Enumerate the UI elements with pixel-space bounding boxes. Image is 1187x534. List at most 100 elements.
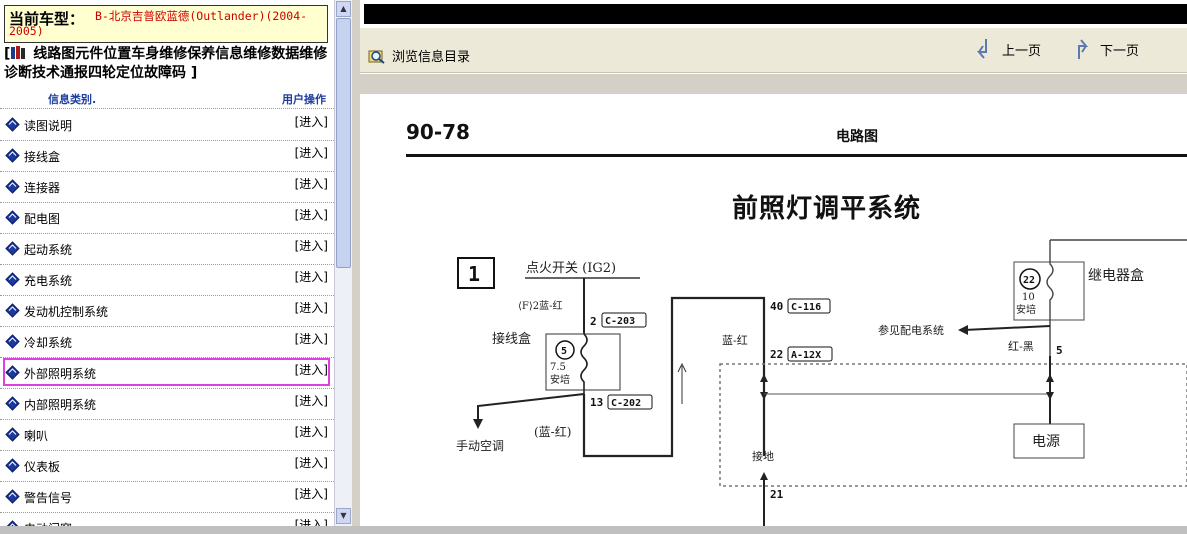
category-panel: 当前车型： B-北京吉普欧蓝德(Outlander)(2004-2005) [ …: [0, 0, 337, 526]
category-name: 接线盒: [24, 150, 61, 164]
diamond-book-icon: [5, 365, 20, 380]
viewer-toolbar: 浏览信息目录 上一页 下一页: [360, 28, 1187, 73]
box-number: 1: [468, 262, 480, 286]
category-name: 连接器: [24, 181, 61, 195]
ground-arrow-icon: [760, 472, 768, 480]
pin2: 13: [590, 396, 603, 409]
diamond-book-icon: [5, 458, 20, 473]
nav-links[interactable]: [ 线路图元件位置车身维修保养信息维修数据维修诊断技术通报四轮定位故障码 ]: [4, 45, 334, 83]
diamond-book-icon: [5, 303, 20, 318]
pin1: 2: [590, 315, 597, 328]
list-header: 信息类别. 用户操作: [0, 90, 334, 109]
category-row[interactable]: 冷却系统 [进入]: [0, 326, 334, 358]
category-name: 起动系统: [24, 243, 73, 257]
category-row[interactable]: 仪表板 [进入]: [0, 450, 334, 482]
enter-link[interactable]: [进入]: [295, 485, 328, 502]
wire2-label: (蓝-红): [534, 424, 571, 439]
wire3-label: 蓝-红: [722, 334, 748, 347]
category-name: 内部照明系统: [24, 398, 97, 412]
wire4-label: 红-黑: [1008, 340, 1034, 353]
wire1-label: ⟨F⟩2蓝-红: [518, 299, 562, 312]
conn1: C-203: [605, 316, 635, 327]
category-name: 警告信号: [24, 491, 73, 505]
category-row[interactable]: 接线盒 [进入]: [0, 140, 334, 172]
enter-link[interactable]: [进入]: [295, 113, 328, 130]
jb-label: 接线盒: [492, 331, 531, 347]
prev-page-label: 上一页: [1002, 44, 1042, 59]
category-name: 配电图: [24, 212, 61, 226]
relay-unit: 安培: [1016, 303, 1036, 316]
ground-label: 接地: [752, 450, 774, 463]
prev-page-button[interactable]: 上一页: [974, 38, 1041, 60]
diamond-book-icon: [5, 179, 20, 194]
browse-catalog-label: 浏览信息目录: [392, 50, 471, 65]
category-row[interactable]: 外部照明系统 [进入]: [0, 357, 334, 389]
diamond-book-icon: [5, 117, 20, 132]
vertical-scrollbar[interactable]: ▲ ▼: [334, 0, 352, 526]
category-column-header: 信息类别.: [48, 93, 97, 106]
diamond-book-icon: [5, 489, 20, 504]
enter-link[interactable]: [进入]: [295, 206, 328, 223]
enter-link[interactable]: [进入]: [295, 423, 328, 440]
browse-catalog-button[interactable]: 浏览信息目录: [368, 46, 470, 65]
category-row[interactable]: 读图说明 [进入]: [0, 109, 334, 141]
enter-link[interactable]: [进入]: [295, 299, 328, 316]
wiring-document: 90-78 电路图 前照灯调平系统 1 点火开关 (IG2) ⟨F⟩2蓝-红 2…: [360, 94, 1187, 526]
ignition-label: 点火开关 (IG2): [526, 261, 616, 276]
action-column-header: 用户操作: [282, 93, 326, 106]
category-name: 充电系统: [24, 274, 73, 288]
magnifier-icon: [368, 50, 385, 64]
nav-links-text[interactable]: 线路图元件位置车身维修保养信息维修数据维修诊断技术通报四轮定位故障码: [4, 46, 327, 81]
enter-link[interactable]: [进入]: [295, 175, 328, 192]
diamond-book-icon: [5, 148, 20, 163]
diamond-book-icon: [5, 272, 20, 287]
page-gutter: [360, 74, 1187, 94]
arrow-left-icon: [958, 325, 968, 335]
scroll-up-button[interactable]: ▲: [336, 1, 351, 17]
fuse-unit: 安培: [550, 373, 570, 386]
fuse-rating: 7.5: [550, 362, 566, 373]
enter-link[interactable]: [进入]: [295, 330, 328, 347]
status-strip: [0, 526, 1187, 534]
scroll-thumb[interactable]: [336, 18, 351, 268]
relay-box-label: 继电器盒: [1088, 267, 1144, 284]
category-row[interactable]: 连接器 [进入]: [0, 171, 334, 203]
conn3: C-116: [791, 302, 821, 313]
enter-link[interactable]: [进入]: [295, 454, 328, 471]
category-row[interactable]: 电动门窗[进入]: [0, 512, 334, 526]
nav-close-bracket: ]: [190, 65, 198, 81]
diamond-book-icon: [5, 210, 20, 225]
pin6: 21: [770, 488, 784, 501]
enter-link[interactable]: [进入]: [295, 516, 328, 526]
fuse-num: 5: [561, 346, 567, 357]
next-page-button[interactable]: 下一页: [1072, 38, 1139, 60]
next-page-label: 下一页: [1100, 44, 1140, 59]
diamond-book-icon: [5, 396, 20, 411]
enter-link[interactable]: [进入]: [295, 392, 328, 409]
category-row[interactable]: 内部照明系统 [进入]: [0, 388, 334, 420]
arrow-up-right-icon: [1078, 39, 1089, 59]
wiring-diagram: 1 点火开关 (IG2) ⟨F⟩2蓝-红 2 C-203 接线盒 5 7.5 安…: [456, 239, 1187, 526]
enter-link[interactable]: [进入]: [295, 361, 328, 378]
category-row[interactable]: 警告信号 [进入]: [0, 481, 334, 513]
enter-link[interactable]: [进入]: [295, 268, 328, 285]
category-row[interactable]: 喇叭 [进入]: [0, 419, 334, 451]
pin4: 22: [770, 348, 783, 361]
pin5: 5: [1056, 344, 1063, 357]
document-viewer: 浏览信息目录 上一页 下一页 90-78 电路图 前照灯调平系统 1 点火开关 …: [360, 0, 1187, 526]
category-name: 冷却系统: [24, 336, 73, 350]
book-icon: [11, 46, 26, 59]
category-row[interactable]: 配电图 [进入]: [0, 202, 334, 234]
current-vehicle-box: 当前车型： B-北京吉普欧蓝德(Outlander)(2004-2005): [4, 5, 328, 43]
scroll-down-button[interactable]: ▼: [336, 508, 351, 524]
enter-link[interactable]: [进入]: [295, 144, 328, 161]
category-row[interactable]: 充电系统 [进入]: [0, 264, 334, 296]
category-name: 发动机控制系统: [24, 305, 109, 319]
category-row[interactable]: 起动系统 [进入]: [0, 233, 334, 265]
relay-fuse-symbol: [1046, 239, 1187, 356]
category-name: 读图说明: [24, 119, 73, 133]
diamond-book-icon: [5, 241, 20, 256]
category-row[interactable]: 发动机控制系统 [进入]: [0, 295, 334, 327]
ac-label: 手动空调: [456, 439, 504, 453]
enter-link[interactable]: [进入]: [295, 237, 328, 254]
